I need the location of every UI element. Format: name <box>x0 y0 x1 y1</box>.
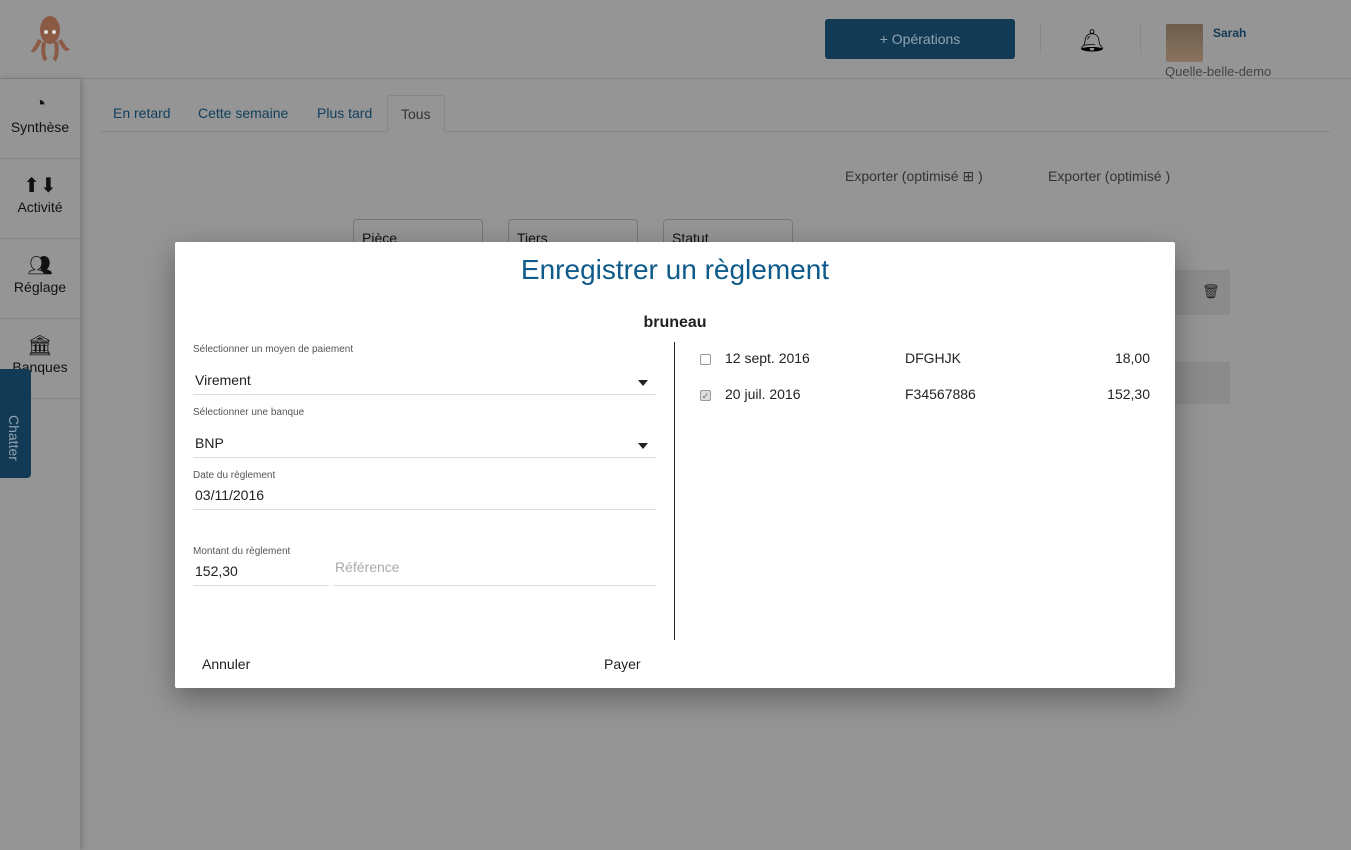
tab-cette-semaine[interactable]: Cette semaine <box>198 95 288 132</box>
sidebar-item-label: Activité <box>17 199 63 215</box>
invoice-date: 20 juil. 2016 <box>725 386 801 402</box>
users-icon: 👥︎ <box>27 255 53 277</box>
bank-value: BNP <box>195 435 224 451</box>
avatar[interactable] <box>1166 24 1203 62</box>
client-name: bruneau <box>643 314 707 331</box>
bank-label: Sélectionner une banque <box>193 407 305 418</box>
caret-down-icon <box>638 380 648 386</box>
top-header <box>0 0 1351 79</box>
tab-bar: En retard Cette semaine Plus tard Tous <box>100 95 1330 132</box>
amount-input[interactable]: 152,30 <box>193 563 329 586</box>
tab-plus-tard[interactable]: Plus tard <box>317 95 372 132</box>
export-windows-link[interactable]: Exporter (optimisé ⊞ ) <box>845 168 983 185</box>
invoice-amount: 18,00 <box>1114 350 1150 366</box>
cancel-button[interactable]: Annuler <box>202 656 250 672</box>
user-name[interactable]: Sarah <box>1213 26 1246 40</box>
table-row <box>1175 362 1230 404</box>
reference-input[interactable]: Référence <box>333 559 656 586</box>
octopus-logo[interactable] <box>30 14 70 64</box>
date-label: Date du règlement <box>193 470 276 481</box>
operations-button[interactable]: + Opérations <box>825 19 1015 59</box>
chatter-button[interactable]: Chatter <box>0 369 31 478</box>
payment-method-select[interactable]: Virement <box>193 372 656 395</box>
payment-method-label: Sélectionner un moyen de paiement <box>193 344 354 355</box>
user-org: Quelle-belle-demo <box>1165 64 1272 79</box>
checkbox-checked[interactable]: ✓ <box>700 390 711 401</box>
divider <box>1140 24 1141 54</box>
invoice-row[interactable]: 12 sept. 2016 DFGHJK 18,00 <box>700 350 1150 370</box>
sidebar-item-reglage[interactable]: 👥︎ Réglage <box>0 239 80 319</box>
table-header-bg: 🗑︎ <box>1175 270 1230 315</box>
arrows-icon: ⬆⬇ <box>23 175 57 197</box>
chatter-label: Chatter <box>6 415 22 461</box>
caret-down-icon <box>638 443 648 449</box>
tab-en-retard[interactable]: En retard <box>113 95 171 132</box>
invoice-date: 12 sept. 2016 <box>725 350 810 366</box>
bell-icon[interactable]: 🔔︎ <box>1078 28 1106 54</box>
pie-chart-icon: ◔ <box>33 93 47 115</box>
invoice-ref: F34567886 <box>905 386 976 402</box>
trash-icon[interactable]: 🗑︎ <box>1202 283 1220 300</box>
divider <box>1040 24 1041 54</box>
sidebar-item-label: Synthèse <box>10 119 70 135</box>
invoice-amount: 152,30 <box>1107 386 1150 402</box>
checkbox[interactable] <box>700 354 711 365</box>
payment-modal: Enregistrer un règlement bruneau Sélecti… <box>175 242 1175 688</box>
invoice-row[interactable]: ✓ 20 juil. 2016 F34567886 152,30 <box>700 386 1150 406</box>
sidebar-item-label: Réglage <box>13 279 67 295</box>
amount-label: Montant du règlement <box>193 546 291 557</box>
pay-button[interactable]: Payer <box>604 656 641 672</box>
bank-select[interactable]: BNP <box>193 435 656 458</box>
divider <box>674 342 675 640</box>
bank-icon: 🏛︎ <box>27 335 53 357</box>
date-input[interactable]: 03/11/2016 <box>193 487 656 510</box>
sidebar-item-activite[interactable]: ⬆⬇ Activité <box>0 159 80 239</box>
invoice-ref: DFGHJK <box>905 350 961 366</box>
payment-method-value: Virement <box>195 372 251 388</box>
modal-title: Enregistrer un règlement <box>520 254 830 285</box>
tab-tous[interactable]: Tous <box>387 95 445 132</box>
sidebar-item-synthese[interactable]: ◔ Synthèse <box>0 79 80 159</box>
export-mac-link[interactable]: Exporter (optimisé ) <box>1048 168 1170 184</box>
